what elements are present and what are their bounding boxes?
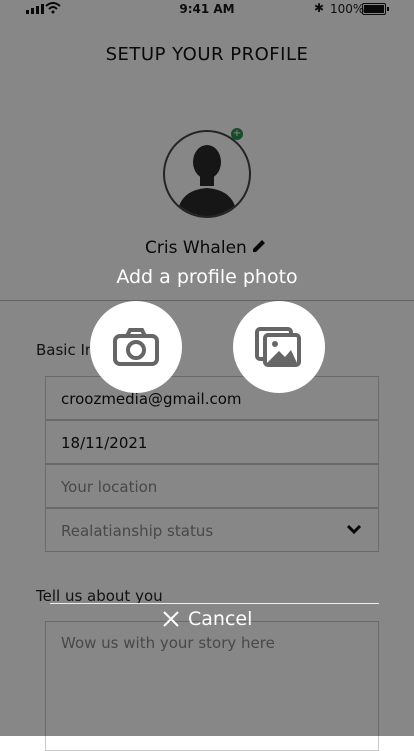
close-icon	[163, 611, 179, 627]
camera-icon	[113, 328, 159, 366]
add-photo-label: Add a profile photo	[116, 266, 298, 288]
camera-button[interactable]	[90, 301, 182, 393]
cancel-label: Cancel	[188, 608, 253, 630]
gallery-button[interactable]	[233, 301, 325, 393]
overlay-divider	[50, 603, 379, 604]
gallery-icon	[255, 327, 301, 367]
cancel-button[interactable]: Cancel	[162, 608, 252, 630]
